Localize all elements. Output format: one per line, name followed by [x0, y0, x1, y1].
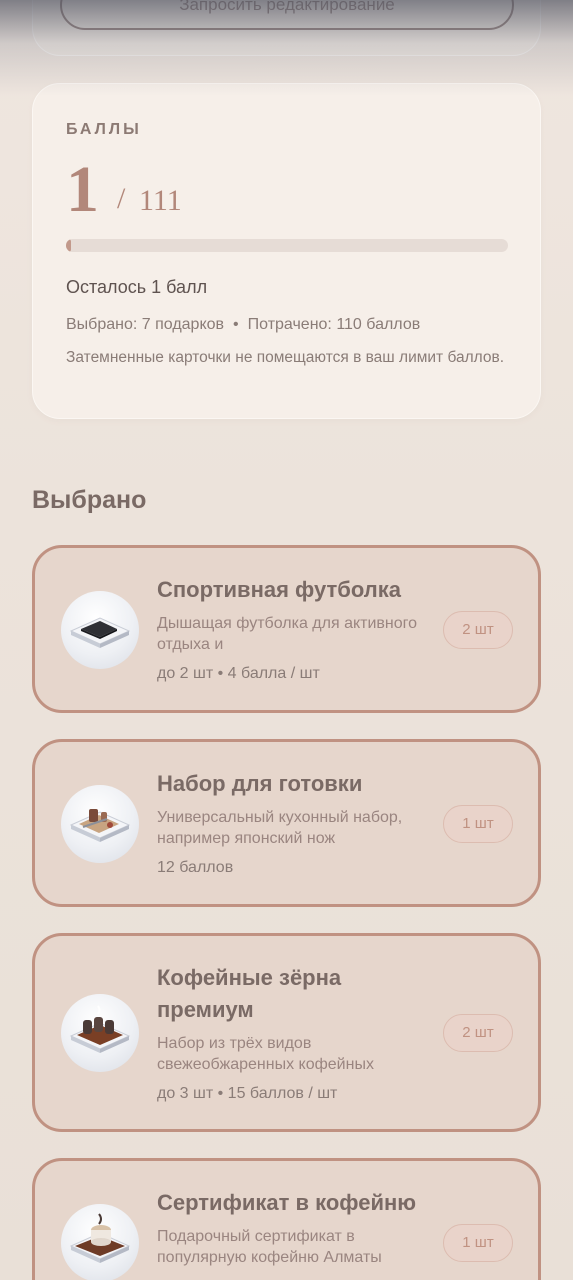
gift-title: Спортивная футболка: [157, 577, 401, 602]
spent-points-text: Потрачено: 110 баллов: [247, 316, 421, 333]
quantity-badge[interactable]: 2 шт: [443, 1014, 513, 1052]
quantity-badge[interactable]: 2 шт: [443, 611, 513, 649]
gift-title: Набор для готовки: [157, 771, 363, 796]
gift-card-coffee-certificate[interactable]: Сертификат в кофейню Подарочный сертифик…: [32, 1158, 541, 1280]
cooking-set-icon: [61, 785, 139, 863]
selected-count-text: Выбрано: 7 подарков: [66, 316, 225, 333]
gift-title: Сертификат в кофейню: [157, 1190, 417, 1215]
request-edit-button[interactable]: Запросить редактирование: [60, 0, 514, 30]
points-label: БАЛЛЫ: [66, 121, 142, 138]
points-remaining-value: 1: [66, 153, 99, 226]
gift-card-tshirt[interactable]: Спортивная футболка Дышащая футболка для…: [32, 545, 541, 713]
stats-separator: •: [233, 316, 239, 333]
quantity-badge[interactable]: 1 шт: [443, 1224, 513, 1262]
selected-section-title: Выбрано: [32, 486, 147, 514]
gift-description: Универсальный кухонный набор, например я…: [157, 809, 403, 847]
coffee-certificate-icon: [61, 1204, 139, 1280]
gift-description: Набор из трёх видов свежеобжаренных кофе…: [157, 1035, 374, 1073]
points-progress-bar: [66, 239, 508, 252]
gift-card-coffee-beans[interactable]: Кофейные зёрна премиум Набор из трёх вид…: [32, 933, 541, 1132]
gift-description: Дышащая футболка для активного отдыха и: [157, 615, 418, 653]
points-separator: /: [117, 182, 126, 215]
points-hint: Затемненные карточки не помещаются в ваш…: [66, 349, 505, 366]
points-total-value: 111: [139, 184, 182, 217]
gift-description: Подарочный сертификат в популярную кофей…: [157, 1228, 382, 1266]
gift-meta: 12 баллов: [157, 859, 234, 876]
points-card: БАЛЛЫ 1 / 111 Осталось 1 балл Выбрано: 7…: [32, 83, 541, 419]
quantity-badge[interactable]: 1 шт: [443, 805, 513, 843]
coffee-beans-icon: [61, 994, 139, 1072]
gift-card-cooking-set[interactable]: Набор для готовки Универсальный кухонный…: [32, 739, 541, 907]
gift-title: Кофейные зёрна премиум: [157, 965, 342, 1022]
points-remaining-text: Осталось 1 балл: [66, 277, 208, 297]
points-stats: Выбрано: 7 подарков • Потрачено: 110 балло…: [66, 316, 420, 334]
tshirt-icon: [61, 591, 139, 669]
gift-meta: до 3 шт • 15 баллов / шт: [157, 1085, 338, 1102]
points-progress-fill: [66, 239, 71, 252]
gift-meta: до 2 шт • 4 балла / шт: [157, 665, 320, 682]
